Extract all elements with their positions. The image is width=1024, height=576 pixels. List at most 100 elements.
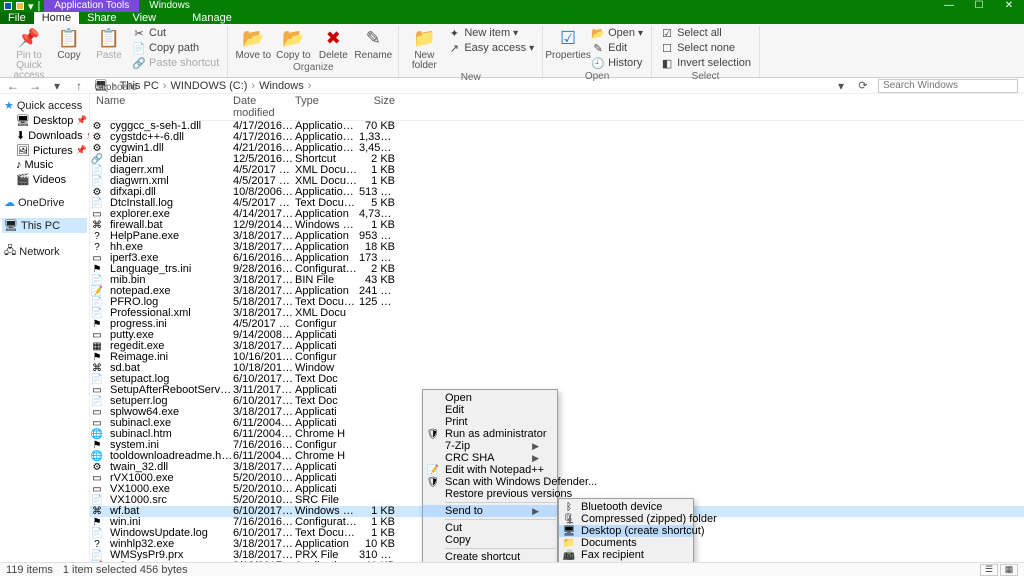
dropdown-icon[interactable]: ▾ xyxy=(834,79,848,93)
menu-item[interactable]: Send to▶ xyxy=(423,505,557,517)
view-details-button[interactable]: ☰ xyxy=(980,564,998,576)
file-row[interactable]: ▭putty.exe9/14/2008 9:00 PMApplicati xyxy=(90,330,1024,341)
nav-videos[interactable]: 🎬Videos xyxy=(2,172,87,187)
delete-button[interactable]: ✖Delete xyxy=(314,26,352,61)
minimize-button[interactable]: — xyxy=(934,0,964,12)
easy-access-button[interactable]: ↗Easy access ▾ xyxy=(445,41,536,55)
forward-button[interactable]: → xyxy=(28,79,42,93)
file-row[interactable]: ⚑Reimage.ini10/16/2016 12:42 …Configur xyxy=(90,352,1024,363)
tab-share[interactable]: Share xyxy=(79,12,124,24)
file-row[interactable]: 📄Professional.xml3/18/2017 10:59 PMXML D… xyxy=(90,308,1024,319)
invert-selection-button[interactable]: ◧Invert selection xyxy=(658,56,753,70)
menu-item[interactable]: ✉Mail recipient xyxy=(559,561,693,562)
breadcrumb-item[interactable]: WINDOWS (C:) xyxy=(170,80,247,92)
nav-music[interactable]: ♪Music xyxy=(2,158,87,172)
file-row[interactable]: ▭iperf3.exe6/16/2016 12:17 PMApplication… xyxy=(90,253,1024,264)
file-row[interactable]: ?hh.exe3/18/2017 10:57 PMApplication18 K… xyxy=(90,242,1024,253)
file-row[interactable]: 📝notepad.exe3/18/2017 10:58 PMApplicatio… xyxy=(90,286,1024,297)
rename-button[interactable]: ✎Rename xyxy=(354,26,392,61)
nav-network[interactable]: 🖧Network xyxy=(2,241,87,262)
new-item-button[interactable]: ✦New item ▾ xyxy=(445,26,536,40)
file-row[interactable]: ⚙difxapi.dll10/8/2006 12:45 AMApplicatio… xyxy=(90,187,1024,198)
nav-desktop[interactable]: 🖥Desktop📌 xyxy=(2,113,87,128)
menu-item[interactable]: Cut xyxy=(423,522,557,534)
menu-item[interactable]: Restore previous versions xyxy=(423,488,557,500)
maximize-button[interactable]: ☐ xyxy=(964,0,994,12)
search-input[interactable] xyxy=(878,79,1018,93)
edit-button[interactable]: ✎Edit xyxy=(589,41,645,55)
file-row[interactable]: 📄PFRO.log5/18/2017 8:05 AMText Document1… xyxy=(90,297,1024,308)
pin-quick-access-button[interactable]: 📌Pin to Quick access xyxy=(10,26,48,81)
history-button[interactable]: 🕘History xyxy=(589,56,645,70)
properties-button[interactable]: ☑Properties xyxy=(549,26,587,61)
file-row[interactable]: 📄diagwrn.xml4/5/2017 11:08 PMXML Documen… xyxy=(90,176,1024,187)
file-row[interactable]: ⌘firewall.bat12/9/2014 10:47 AMWindows B… xyxy=(90,220,1024,231)
copy-path-button[interactable]: 📄Copy path xyxy=(130,41,221,55)
menu-item[interactable]: 🗜Compressed (zipped) folder xyxy=(559,513,693,525)
file-row[interactable]: ▭explorer.exe4/14/2017 3:35 AMApplicatio… xyxy=(90,209,1024,220)
up-button[interactable]: ↑ xyxy=(72,79,86,93)
cut-button[interactable]: ✂Cut xyxy=(130,26,221,40)
col-date[interactable]: Date modified xyxy=(233,95,295,119)
select-all-button[interactable]: ☑Select all xyxy=(658,26,753,40)
column-headers[interactable]: Name Date modified Type Size xyxy=(90,94,1024,121)
breadcrumb-item[interactable]: This PC xyxy=(120,80,159,92)
breadcrumb-item[interactable]: Windows xyxy=(259,80,304,92)
nav-onedrive[interactable]: ☁OneDrive xyxy=(2,195,87,210)
paste-button[interactable]: 📋Paste xyxy=(90,26,128,61)
paste-shortcut-button[interactable]: 🔗Paste shortcut xyxy=(130,56,221,70)
nav-this-pc[interactable]: 🖥This PC xyxy=(2,218,87,233)
copy-to-button[interactable]: 📂Copy to xyxy=(274,26,312,61)
menu-item[interactable]: Edit xyxy=(423,404,557,416)
menu-item[interactable]: 📠Fax recipient xyxy=(559,549,693,561)
recent-button[interactable]: ▾ xyxy=(50,79,64,93)
file-row[interactable]: ▦regedit.exe3/18/2017 10:57 PMApplicati xyxy=(90,341,1024,352)
tab-view[interactable]: View xyxy=(124,12,164,24)
menu-item[interactable]: Print xyxy=(423,416,557,428)
file-row[interactable]: ⌘sd.bat10/18/2016 12:45 …Window xyxy=(90,363,1024,374)
open-button[interactable]: 📂Open ▾ xyxy=(589,26,645,40)
menu-item[interactable]: ᛒBluetooth device xyxy=(559,501,693,513)
menu-item[interactable]: 📝Edit with Notepad++ xyxy=(423,464,557,476)
back-button[interactable]: ← xyxy=(6,79,20,93)
file-row[interactable]: ⚑progress.ini4/5/2017 10:53 PMConfigur xyxy=(90,319,1024,330)
file-row[interactable]: 📄mib.bin3/18/2017 10:57 PMBIN File43 KB xyxy=(90,275,1024,286)
col-name[interactable]: Name xyxy=(90,95,233,119)
file-row[interactable]: ⚙cygstdc++-6.dll4/17/2016 5:13 PMApplica… xyxy=(90,132,1024,143)
file-icon: ⚑ xyxy=(90,264,104,275)
menu-item[interactable]: Open xyxy=(423,392,557,404)
file-row[interactable]: 🔗debian12/5/2016 10:20 PMShortcut2 KB xyxy=(90,154,1024,165)
menu-item[interactable]: Create shortcut xyxy=(423,551,557,562)
move-to-button[interactable]: 📂Move to xyxy=(234,26,272,61)
menu-item[interactable]: CRC SHA▶ xyxy=(423,452,557,464)
nav-downloads[interactable]: ⬇Downloads📌 xyxy=(2,128,87,143)
tab-file[interactable]: File xyxy=(0,12,34,24)
close-button[interactable]: ✕ xyxy=(994,0,1024,12)
file-row[interactable]: ⚙cyggcc_s-seh-1.dll4/17/2016 5:12 PMAppl… xyxy=(90,121,1024,132)
file-row[interactable]: 📄diagerr.xml4/5/2017 11:08 PMXML Documen… xyxy=(90,165,1024,176)
nav-quick-access[interactable]: ★Quick access xyxy=(2,98,87,113)
copy-button[interactable]: 📋Copy xyxy=(50,26,88,61)
menu-item[interactable]: 🛡Run as administrator xyxy=(423,428,557,440)
file-row[interactable]: ?HelpPane.exe3/18/2017 10:57 PMApplicati… xyxy=(90,231,1024,242)
col-type[interactable]: Type xyxy=(295,95,359,119)
refresh-button[interactable]: ⟳ xyxy=(856,79,870,92)
new-folder-button[interactable]: 📁New folder xyxy=(405,26,443,71)
file-row[interactable]: 📄DtcInstall.log4/5/2017 11:10 PMText Doc… xyxy=(90,198,1024,209)
select-none-button[interactable]: ☐Select none xyxy=(658,41,753,55)
menu-item[interactable]: 🖥Desktop (create shortcut) xyxy=(559,525,693,537)
breadcrumb[interactable]: 🖥› This PC› WINDOWS (C:)› Windows› xyxy=(94,79,826,92)
menu-item[interactable]: Copy xyxy=(423,534,557,546)
tab-home[interactable]: Home xyxy=(34,12,79,24)
status-bar: 119 items 1 item selected 456 bytes ☰ ▦ xyxy=(0,562,1024,576)
file-row[interactable]: ⚙cygwin1.dll4/21/2016 11:14 PMApplicatio… xyxy=(90,143,1024,154)
col-size[interactable]: Size xyxy=(359,95,401,119)
view-icons-button[interactable]: ▦ xyxy=(1000,564,1018,576)
nav-pictures[interactable]: 🖼Pictures📌 xyxy=(2,143,87,158)
tab-manage[interactable]: Manage xyxy=(184,12,240,24)
menu-item[interactable]: 🛡Scan with Windows Defender... xyxy=(423,476,557,488)
file-row[interactable]: ⚑Language_trs.ini9/28/2016 8:53 PMConfig… xyxy=(90,264,1024,275)
menu-item[interactable]: 📁Documents xyxy=(559,537,693,549)
file-row[interactable]: 📄setupact.log6/10/2017 11:26 AMText Doc xyxy=(90,374,1024,385)
menu-item[interactable]: 7-Zip▶ xyxy=(423,440,557,452)
